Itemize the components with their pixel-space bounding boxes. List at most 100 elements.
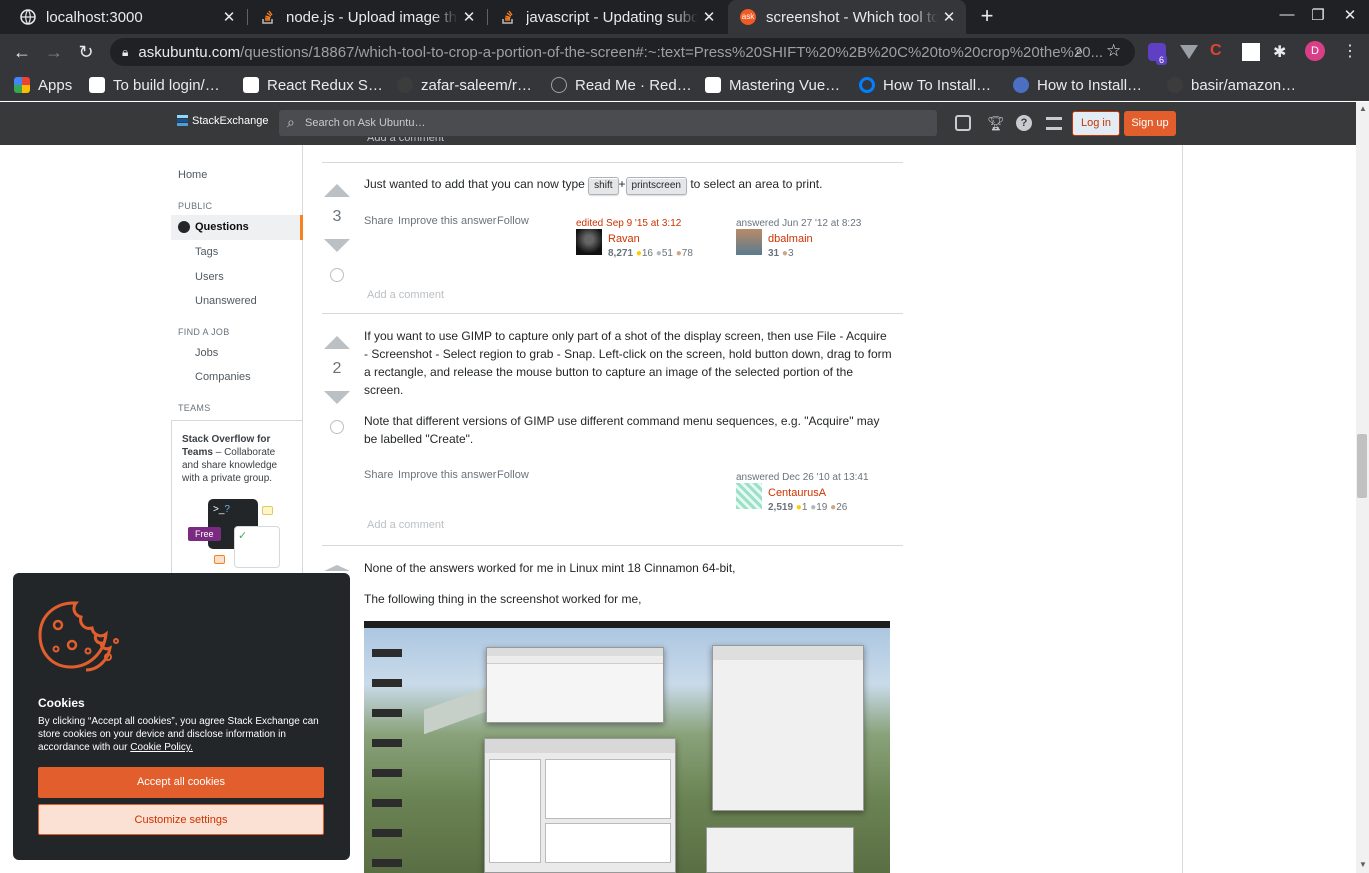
settings-window (712, 645, 864, 811)
log-in-button[interactable]: Log in (1072, 111, 1120, 136)
improve-answer-link[interactable]: Improve this answer (398, 215, 496, 227)
sidebar-item-jobs[interactable]: Jobs (195, 347, 218, 359)
cookie-policy-link[interactable]: Cookie Policy. (130, 742, 193, 753)
upvote-arrow-icon[interactable] (324, 565, 350, 571)
customize-settings-button[interactable]: Customize settings (38, 804, 324, 835)
tab-screenshot-active[interactable]: ask screenshot - Which tool to ✕ (728, 0, 966, 34)
code-extension-icon[interactable]: C (1210, 42, 1222, 60)
inbox-icon[interactable] (955, 115, 971, 131)
bookmark-item[interactable]: To build login/… (89, 75, 220, 95)
menu-kebab-icon[interactable]: ⋮ (1342, 41, 1358, 61)
close-window-icon[interactable]: ✕ (1338, 6, 1362, 24)
zoom-search-icon[interactable]: ⌕ (1075, 43, 1083, 60)
answered-time[interactable]: answered Dec 26 '10 at 13:41 (736, 472, 896, 483)
bookmark-item[interactable]: Read Me · Red… (551, 75, 692, 95)
sidebar-item-questions[interactable]: Questions (171, 215, 303, 240)
add-comment-link[interactable]: Add a comment (367, 289, 444, 301)
site-switcher-icon[interactable] (1046, 117, 1062, 130)
accept-all-cookies-button[interactable]: Accept all cookies (38, 767, 324, 798)
close-tab-icon[interactable]: ✕ (698, 8, 720, 26)
tab-localhost[interactable]: localhost:3000 ✕ (8, 0, 246, 34)
share-link[interactable]: Share (364, 215, 393, 227)
tab-title: node.js - Upload image thr (286, 8, 458, 26)
stackoverflow-icon (502, 10, 513, 24)
close-tab-icon[interactable]: ✕ (218, 8, 240, 26)
identicon-avatar[interactable] (736, 483, 762, 509)
back-icon[interactable]: ← (10, 40, 34, 64)
answer-body: Just wanted to add that you can now type… (364, 175, 894, 195)
blank-extension-icon[interactable] (1242, 43, 1260, 61)
vue-devtools-icon[interactable] (1180, 45, 1198, 59)
search-placeholder: Search on Ask Ubuntu… (305, 117, 426, 129)
history-icon[interactable] (330, 268, 344, 282)
close-tab-icon[interactable]: ✕ (458, 8, 480, 26)
improve-answer-link[interactable]: Improve this answer (398, 469, 496, 481)
github-icon (1167, 77, 1183, 93)
follow-link[interactable]: Follow (497, 469, 529, 481)
trophy-icon[interactable]: 🏆︎ (987, 115, 1005, 131)
new-tab-icon[interactable]: + (976, 4, 998, 30)
puzzle-icon[interactable]: ✱ (1273, 42, 1286, 62)
sidebar-item-users[interactable]: Users (195, 271, 224, 283)
sidebar-item-unanswered[interactable]: Unanswered (195, 295, 257, 307)
address-bar[interactable]: 🔒︎ askubuntu.com/questions/18867/which-t… (110, 38, 1135, 66)
downvote-arrow-icon[interactable] (324, 391, 350, 404)
forward-icon[interactable]: → (42, 40, 66, 64)
sidebar-item-home[interactable]: Home (178, 169, 207, 181)
bookmark-item[interactable]: How to Install… (1013, 75, 1142, 95)
bookmark-item[interactable]: basir/amazon… (1167, 75, 1296, 95)
user-name[interactable]: dbalmain (768, 233, 813, 245)
bookmark-item[interactable]: Mastering Vue… (705, 75, 840, 95)
scroll-up-icon[interactable]: ▲ (1359, 104, 1367, 113)
add-comment-link[interactable]: Add a comment (367, 519, 444, 531)
stackexchange-logo[interactable]: StackExchange (177, 115, 268, 127)
readme-icon (551, 77, 567, 93)
bookmark-item[interactable]: zafar-saleem/r… (397, 75, 532, 95)
avatar[interactable] (736, 229, 762, 255)
upvote-arrow-icon[interactable] (324, 336, 350, 349)
add-comment-link[interactable]: Add a comment (367, 137, 444, 145)
sign-up-button[interactable]: Sign up (1124, 111, 1176, 136)
answered-time[interactable]: answered Jun 27 '12 at 8:23 (736, 218, 886, 229)
user-name[interactable]: CentaurusA (768, 487, 826, 499)
medium-icon (243, 77, 259, 93)
bookmark-item[interactable]: How To Install… (859, 75, 991, 95)
site-search-input[interactable]: ⌕ Search on Ask Ubuntu… (279, 110, 937, 136)
answer-divider (322, 162, 903, 163)
sidebar-item-companies[interactable]: Companies (195, 371, 251, 383)
share-link[interactable]: Share (364, 469, 393, 481)
profile-avatar[interactable]: D (1305, 41, 1325, 61)
downvote-arrow-icon[interactable] (324, 239, 350, 252)
note-icon (262, 506, 273, 515)
upvote-arrow-icon[interactable] (324, 184, 350, 197)
medium-icon (89, 77, 105, 93)
digitalocean-icon (859, 77, 875, 93)
sidebar-item-tags[interactable]: Tags (195, 246, 218, 258)
scrollbar-thumb[interactable] (1357, 434, 1367, 498)
history-icon[interactable] (330, 420, 344, 434)
close-tab-icon[interactable]: ✕ (938, 8, 960, 26)
edited-time[interactable]: edited Sep 9 '15 at 3:12 (576, 218, 726, 229)
avatar[interactable] (576, 229, 602, 255)
bookmark-apps[interactable]: Apps (14, 75, 72, 95)
follow-link[interactable]: Follow (497, 215, 529, 227)
minimize-icon[interactable]: — (1275, 6, 1299, 23)
teams-promo-text: Stack Overflow for Teams – Collaborate a… (182, 434, 278, 484)
author-signature: answered Jun 27 '12 at 8:23 dbalmain 31 … (736, 218, 886, 262)
bookmark-item[interactable]: React Redux S… (243, 75, 383, 95)
scroll-down-icon[interactable]: ▼ (1359, 860, 1367, 869)
bookmark-star-icon[interactable]: ☆ (1106, 41, 1121, 61)
note-icon (214, 555, 225, 564)
maximize-icon[interactable]: ❐ (1306, 6, 1330, 24)
search-icon: ⌕ (287, 114, 295, 130)
user-reputation: 2,519 ●1 ●19 ●26 (768, 502, 848, 513)
tab-javascript-updating[interactable]: javascript - Updating subd ✕ (488, 0, 726, 34)
help-icon[interactable]: ? (1016, 115, 1032, 131)
answer-score: 3 (332, 208, 342, 225)
bookmarks-bar: Apps To build login/… React Redux S… zaf… (0, 70, 1369, 101)
askubuntu-icon: ask (740, 9, 756, 25)
teams-checklist-illustration: ✓ (234, 526, 280, 568)
reload-icon[interactable]: ↻ (74, 40, 98, 64)
user-name[interactable]: Ravan (608, 233, 640, 245)
tab-nodejs-upload[interactable]: node.js - Upload image thr ✕ (248, 0, 486, 34)
